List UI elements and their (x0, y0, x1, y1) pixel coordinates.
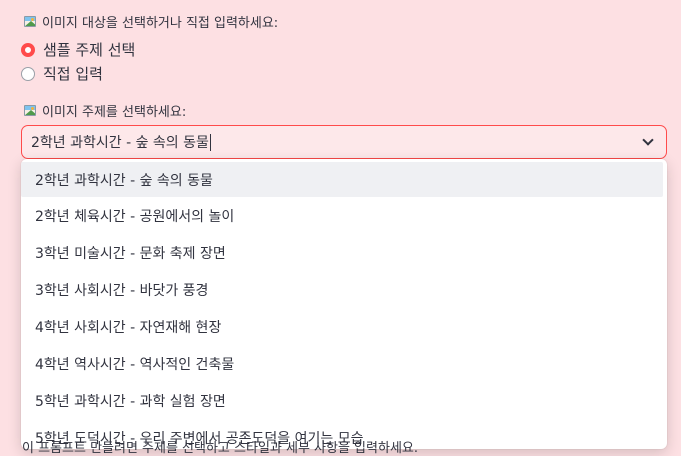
dropdown-option[interactable]: 4학년 역사시간 - 역사적인 건축물 (21, 345, 667, 382)
radio-label: 샘플 주제 선택 (43, 41, 136, 59)
dropdown-option[interactable]: 3학년 사회시간 - 바닷가 풍경 (21, 271, 667, 308)
radio-direct-input[interactable]: 직접 입력 (21, 63, 103, 84)
chevron-down-icon[interactable] (642, 134, 654, 146)
radio-button-checked[interactable] (21, 42, 35, 57)
dropdown-option[interactable]: 2학년 체육시간 - 공원에서의 놀이 (21, 197, 667, 234)
topic-label: 이미지 주제를 선택하세요: (42, 105, 187, 120)
dropdown-option[interactable]: 4학년 사회시간 - 자연재해 현장 (21, 308, 667, 345)
radio-sample-topic[interactable]: 샘플 주제 선택 (21, 39, 135, 60)
topic-label-row: 이미지 주제를 선택하세요: (24, 101, 186, 120)
picture-icon (24, 16, 36, 27)
text-cursor (209, 133, 211, 151)
hint-text: 이 프롬프트 만들려면 주제를 선택하고 스타일과 세부 사항을 입력하세요. (22, 441, 418, 456)
radio-label: 직접 입력 (43, 65, 103, 83)
dropdown-option[interactable]: 3학년 미술시간 - 문화 축제 장면 (21, 234, 667, 271)
picture-icon (24, 105, 36, 116)
topic-select[interactable]: 2학년 과학시간 - 숲 속의 동물 (21, 125, 667, 159)
topic-dropdown-menu: 2학년 과학시간 - 숲 속의 동물 2학년 체육시간 - 공원에서의 놀이 3… (21, 159, 667, 449)
select-value: 2학년 과학시간 - 숲 속의 동물 (31, 135, 209, 151)
mode-label: 이미지 대상을 선택하거나 직접 입력하세요: (42, 16, 279, 31)
radio-button[interactable] (21, 66, 35, 81)
mode-label-row: 이미지 대상을 선택하거나 직접 입력하세요: (24, 12, 278, 31)
dropdown-option[interactable]: 2학년 과학시간 - 숲 속의 동물 (21, 162, 663, 197)
dropdown-option[interactable]: 5학년 과학시간 - 과학 실험 장면 (21, 382, 667, 419)
